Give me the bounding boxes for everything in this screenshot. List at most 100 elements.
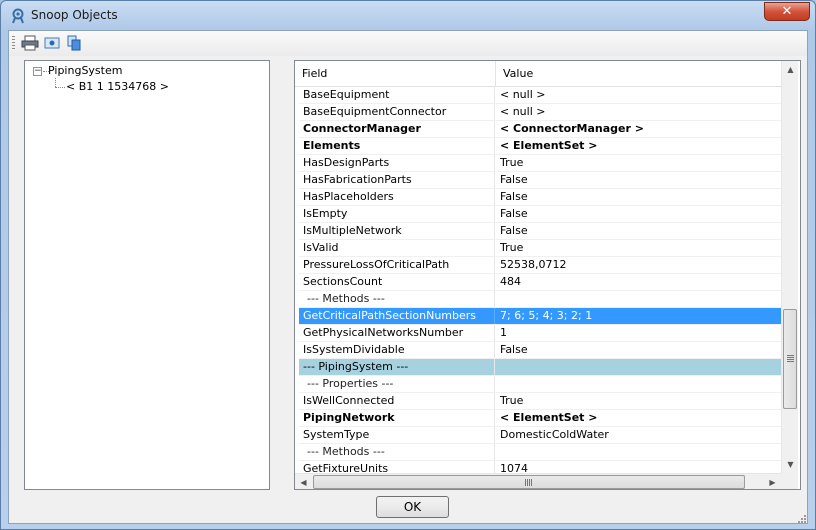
field-cell: --- Methods --- xyxy=(299,444,495,460)
tree-node-piping-system[interactable]: PipingSystem xyxy=(48,64,122,77)
print-icon[interactable] xyxy=(21,35,39,51)
scroll-right-icon[interactable]: ▶ xyxy=(764,474,781,489)
value-cell: 484 xyxy=(500,275,521,288)
scroll-left-icon[interactable]: ◀ xyxy=(295,474,312,489)
value-cell xyxy=(496,376,781,392)
value-cell: < null > xyxy=(500,88,546,101)
value-cell: DomesticColdWater xyxy=(500,428,609,441)
field-cell: GetCriticalPathSectionNumbers xyxy=(299,308,495,324)
table-row[interactable]: SystemType DomesticColdWater xyxy=(299,427,781,444)
scroll-down-icon[interactable]: ▼ xyxy=(782,456,799,473)
table-row[interactable]: GetPhysicalNetworksNumber 1 xyxy=(299,325,781,342)
title-bar[interactable]: Snoop Objects ✕ xyxy=(1,1,815,31)
value-cell: False xyxy=(500,173,528,186)
snoop-objects-window: Snoop Objects ✕ − PipingSystem < B1 1 15… xyxy=(0,0,816,530)
app-icon xyxy=(12,8,24,24)
table-row-selected[interactable]: GetCriticalPathSectionNumbers 7; 6; 5; 4;… xyxy=(299,308,781,325)
table-row[interactable]: HasFabricationParts False xyxy=(299,172,781,189)
category-row[interactable]: --- PipingSystem --- xyxy=(299,359,781,376)
scrollbar-corner xyxy=(781,473,798,489)
vertical-scrollbar[interactable]: ▲ ▼ xyxy=(781,61,798,473)
grid-header: Field Value xyxy=(295,61,781,87)
tree-node-b1[interactable]: < B1 1 1534768 > xyxy=(66,80,169,93)
table-row[interactable]: IsSystemDividable False xyxy=(299,342,781,359)
table-row[interactable]: BaseEquipment < null > xyxy=(299,87,781,104)
field-cell: Elements xyxy=(299,138,495,154)
value-cell: False xyxy=(500,207,528,220)
resize-grip-icon[interactable] xyxy=(796,513,806,523)
field-cell: SystemType xyxy=(299,427,495,443)
preview-icon[interactable] xyxy=(43,35,61,51)
value-cell: False xyxy=(500,224,528,237)
field-cell: BaseEquipmentConnector xyxy=(299,104,495,120)
table-row[interactable]: IsValid True xyxy=(299,240,781,257)
table-row[interactable]: IsEmpty False xyxy=(299,206,781,223)
field-cell: IsMultipleNetwork xyxy=(299,223,495,239)
table-row[interactable]: Elements < ElementSet > xyxy=(299,138,781,155)
value-cell: < ElementSet > xyxy=(500,411,598,424)
object-tree[interactable]: − PipingSystem < B1 1 1534768 > xyxy=(24,60,270,490)
value-cell: True xyxy=(500,241,524,254)
table-row[interactable]: HasPlaceholders False xyxy=(299,189,781,206)
window-title: Snoop Objects xyxy=(31,8,118,22)
table-row[interactable]: HasDesignParts True xyxy=(299,155,781,172)
table-row[interactable]: --- Methods --- xyxy=(299,444,781,461)
table-row[interactable]: IsWellConnected True xyxy=(299,393,781,410)
field-cell: GetPhysicalNetworksNumber xyxy=(299,325,495,341)
table-row[interactable]: --- Methods --- xyxy=(299,291,781,308)
scroll-up-icon[interactable]: ▲ xyxy=(782,61,799,78)
toolbar-grip[interactable] xyxy=(12,36,15,51)
copy-icon[interactable] xyxy=(65,35,83,51)
tree-connector xyxy=(55,78,56,87)
value-cell: < ElementSet > xyxy=(500,139,598,152)
field-cell: IsEmpty xyxy=(299,206,495,222)
table-row[interactable]: SectionsCount 484 xyxy=(299,274,781,291)
tree-connector xyxy=(55,87,65,88)
field-cell: PipingNetwork xyxy=(299,410,495,426)
value-cell xyxy=(496,291,781,307)
grid-rows: BaseEquipment < null > BaseEquipmentConnec… xyxy=(299,87,781,475)
field-cell: HasDesignParts xyxy=(299,155,495,171)
field-column-header[interactable]: Field xyxy=(295,61,495,87)
value-cell: 7; 6; 5; 4; 3; 2; 1 xyxy=(500,309,593,322)
field-cell: --- Properties --- xyxy=(299,376,495,392)
table-row[interactable]: BaseEquipmentConnector < null > xyxy=(299,104,781,121)
vertical-scroll-thumb[interactable] xyxy=(783,309,797,409)
table-row[interactable]: --- Properties --- xyxy=(299,376,781,393)
ok-button[interactable]: OK xyxy=(376,496,449,518)
value-cell: < ConnectorManager > xyxy=(500,122,644,135)
value-cell xyxy=(496,444,781,460)
value-cell: True xyxy=(500,394,524,407)
toolbar xyxy=(9,31,807,56)
field-cell: --- PipingSystem --- xyxy=(299,359,495,375)
value-column-header[interactable]: Value xyxy=(496,61,781,87)
close-button[interactable]: ✕ xyxy=(764,2,810,21)
field-cell: ConnectorManager xyxy=(299,121,495,137)
value-cell: 52538,0712 xyxy=(500,258,567,271)
field-cell: SectionsCount xyxy=(299,274,495,290)
value-cell: < null > xyxy=(500,105,546,118)
field-cell: PressureLossOfCriticalPath xyxy=(299,257,495,273)
value-cell xyxy=(496,359,781,375)
table-row[interactable]: ConnectorManager < ConnectorManager > xyxy=(299,121,781,138)
thumb-grip xyxy=(787,355,794,362)
horizontal-scrollbar[interactable]: ◀ ▶ xyxy=(295,473,781,489)
table-row[interactable]: PipingNetwork < ElementSet > xyxy=(299,410,781,427)
horizontal-scroll-thumb[interactable] xyxy=(313,475,745,489)
property-grid[interactable]: Field Value BaseEquipment < null > BaseEqu… xyxy=(294,60,801,490)
value-cell: False xyxy=(500,343,528,356)
field-cell: --- Methods --- xyxy=(299,291,495,307)
field-cell: HasFabricationParts xyxy=(299,172,495,188)
field-cell: IsSystemDividable xyxy=(299,342,495,358)
value-cell: 1 xyxy=(500,326,507,339)
field-cell: IsWellConnected xyxy=(299,393,495,409)
thumb-grip xyxy=(525,479,532,486)
table-row[interactable]: IsMultipleNetwork False xyxy=(299,223,781,240)
value-cell: False xyxy=(500,190,528,203)
field-cell: BaseEquipment xyxy=(299,87,495,103)
tree-expander-icon[interactable]: − xyxy=(33,67,42,76)
field-cell: HasPlaceholders xyxy=(299,189,495,205)
value-cell: True xyxy=(500,156,524,169)
field-cell: IsValid xyxy=(299,240,495,256)
table-row[interactable]: PressureLossOfCriticalPath 52538,0712 xyxy=(299,257,781,274)
